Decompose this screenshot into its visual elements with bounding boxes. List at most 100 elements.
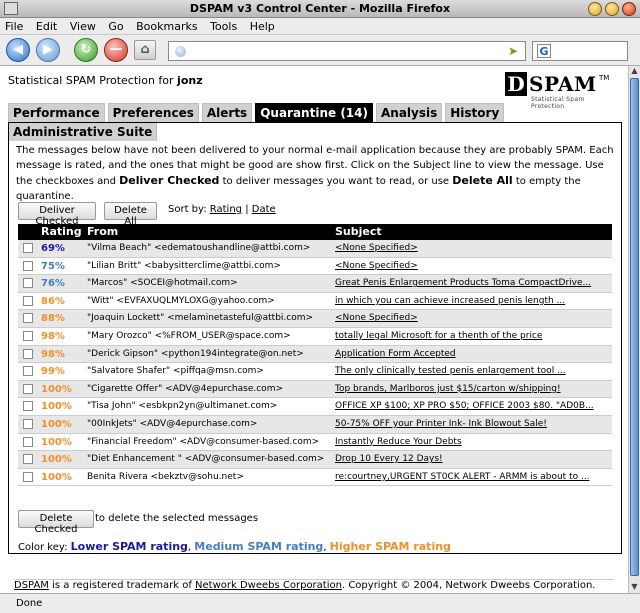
row-subject-link[interactable]: Top brands, Marlboros just $15/carton w/…	[335, 384, 561, 394]
header-rating: Rating	[41, 225, 82, 238]
header-from: From	[87, 225, 119, 238]
menu-help[interactable]: Help	[245, 18, 279, 33]
table-row: 100% "Financial Freedom" <ADV@consumer-ba…	[18, 433, 612, 452]
row-checkbox[interactable]	[23, 260, 33, 271]
table-row: 76% "Marcos" <SOCEI@hotmail.com> Great Pen…	[18, 275, 612, 293]
tab-quarantine[interactable]: Quarantine (14)	[255, 103, 373, 122]
row-checkbox[interactable]	[23, 295, 33, 306]
status-text: Done	[16, 598, 43, 609]
scroll-thumb[interactable]	[630, 78, 639, 576]
row-subject-link[interactable]: Drop 10 Every 12 Days!	[335, 454, 443, 464]
scroll-up-icon[interactable]: ▲	[629, 66, 640, 77]
forward-arrow-icon: ▶	[43, 42, 53, 57]
row-checkbox[interactable]	[23, 454, 33, 465]
table-row: 100% "Tisa John" <esbkpn2yn@ultimanet.com…	[18, 398, 612, 416]
reload-button[interactable]: ↻	[74, 38, 98, 62]
page-icon	[175, 46, 186, 57]
row-subject-link[interactable]: re:courtney,URGENT ST0CK ALERT - ARMM is…	[335, 472, 590, 482]
row-subject-link[interactable]: Application Form Accepted	[335, 349, 456, 359]
quarantine-panel: The messages below have not been deliver…	[8, 122, 622, 554]
sort-by-rating-link[interactable]: Rating	[210, 204, 242, 215]
row-subject-link[interactable]: totally legal Microsoft for a thenth of …	[335, 331, 542, 341]
home-button[interactable]: ⌂	[134, 40, 156, 60]
footer-company-link[interactable]: Network Dweebs Corporation	[195, 580, 342, 591]
row-subject-link[interactable]: 50-75% OFF your Printer Ink- Ink Blowout…	[335, 419, 547, 429]
row-checkbox[interactable]	[23, 418, 33, 429]
menu-go[interactable]: Go	[103, 18, 127, 33]
sort-by: Sort by: Rating | Date	[168, 204, 276, 215]
row-rating: 98%	[41, 330, 65, 342]
color-key-label: Color key:	[18, 542, 68, 553]
row-rating: 99%	[41, 366, 65, 378]
row-checkbox[interactable]	[23, 330, 33, 341]
menu-bookmarks[interactable]: Bookmarks	[131, 18, 201, 33]
row-subject-link[interactable]: <None Specified>	[335, 243, 418, 253]
table-row: 88% "Joaquin Lockett" <melaminetasteful@a…	[18, 310, 612, 328]
row-subject-link[interactable]: Great Penis Enlargement Products Toma Co…	[335, 278, 591, 288]
table-row: 69% "Vilma Beach" <edematoushandline@attb…	[18, 240, 612, 258]
row-from: "Marcos" <SOCEI@hotmail.com>	[87, 278, 238, 289]
close-button[interactable]	[622, 2, 636, 16]
row-checkbox[interactable]	[23, 471, 33, 482]
row-from: "Lilian Britt" <babysitterclime@attbi.co…	[87, 260, 281, 271]
delete-checked-button[interactable]: Delete Checked	[18, 510, 94, 535]
row-subject-link[interactable]: OFFICE XP $100; XP PRO $50; OFFICE 2003 …	[335, 401, 594, 411]
row-rating: 75%	[41, 260, 65, 272]
color-key-high: Higher SPAM rating	[329, 540, 451, 553]
row-from: "Mary Orozco" <%FROM_USER@space.com>	[87, 330, 291, 341]
row-checkbox[interactable]	[23, 383, 33, 394]
delete-all-button[interactable]: Delete All	[104, 202, 157, 227]
tab-performance[interactable]: Performance	[8, 103, 105, 122]
row-checkbox[interactable]	[23, 366, 33, 377]
username: jonz	[177, 74, 203, 87]
row-subject-link[interactable]: <None Specified>	[335, 261, 418, 271]
tab-preferences[interactable]: Preferences	[107, 103, 199, 122]
menu-file[interactable]: File	[0, 18, 27, 33]
row-subject-link[interactable]: Instantly Reduce Your Debts	[335, 437, 462, 447]
row-rating: 100%	[41, 383, 72, 395]
stop-button[interactable]: —	[104, 38, 128, 62]
footer: DSPAM is a registered trademark of Netwo…	[14, 579, 614, 591]
row-subject-link[interactable]: in which you can achieve increased penis…	[335, 296, 565, 306]
table-row: 100% Benita Rivera <bekztv@sohu.net> re:co…	[18, 468, 612, 487]
menu-edit[interactable]: Edit	[31, 18, 61, 33]
sort-by-date-link[interactable]: Date	[252, 204, 276, 215]
menu-view[interactable]: View	[65, 18, 100, 33]
window-title: DSPAM v3 Control Center - Mozilla Firefo…	[189, 2, 451, 15]
back-button[interactable]: ◀	[6, 38, 30, 62]
menu-bar: File Edit View Go Bookmarks Tools Help	[0, 18, 640, 35]
row-checkbox[interactable]	[23, 313, 33, 324]
url-bar[interactable]	[168, 41, 526, 61]
row-from: "Tisa John" <esbkpn2yn@ultimanet.com>	[87, 401, 278, 412]
row-rating: 100%	[41, 418, 72, 430]
tab-history[interactable]: History	[445, 103, 505, 122]
forward-button[interactable]: ▶	[36, 38, 60, 62]
row-checkbox[interactable]	[23, 278, 33, 289]
row-rating: 100%	[41, 436, 72, 448]
color-key-low: Lower SPAM rating	[70, 540, 188, 553]
menu-tools[interactable]: Tools	[205, 18, 241, 33]
row-checkbox[interactable]	[23, 401, 33, 412]
search-input[interactable]: G	[532, 41, 628, 61]
vertical-scrollbar[interactable]: ▲ ▼	[628, 66, 640, 593]
row-subject-link[interactable]: <None Specified>	[335, 313, 418, 323]
scroll-down-icon[interactable]: ▼	[629, 582, 640, 593]
sort-separator: |	[245, 204, 249, 215]
tab-alerts[interactable]: Alerts	[201, 103, 253, 122]
tab-analysis[interactable]: Analysis	[375, 103, 443, 122]
footer-dspam-link[interactable]: DSPAM	[14, 580, 49, 591]
maximize-button[interactable]	[605, 2, 619, 16]
row-checkbox[interactable]	[23, 436, 33, 447]
brand-line: Statistical SPAM Protection for jonz	[8, 74, 203, 87]
deliver-checked-button[interactable]: Deliver Checked	[18, 202, 96, 227]
row-from: "Vilma Beach" <edematoushandline@attbi.c…	[87, 243, 311, 253]
dspam-logo: D SPAM TM Statistical Spam Protection	[505, 72, 617, 110]
color-key-medium: Medium SPAM rating	[194, 540, 324, 553]
logo-letter: D	[505, 72, 527, 96]
go-icon[interactable]: ➤	[508, 44, 518, 58]
minimize-button[interactable]	[588, 2, 602, 16]
row-checkbox[interactable]	[23, 243, 33, 253]
row-rating: 88%	[41, 313, 65, 325]
row-subject-link[interactable]: The only clinically tested penis enlarge…	[335, 366, 566, 376]
row-checkbox[interactable]	[23, 348, 33, 359]
